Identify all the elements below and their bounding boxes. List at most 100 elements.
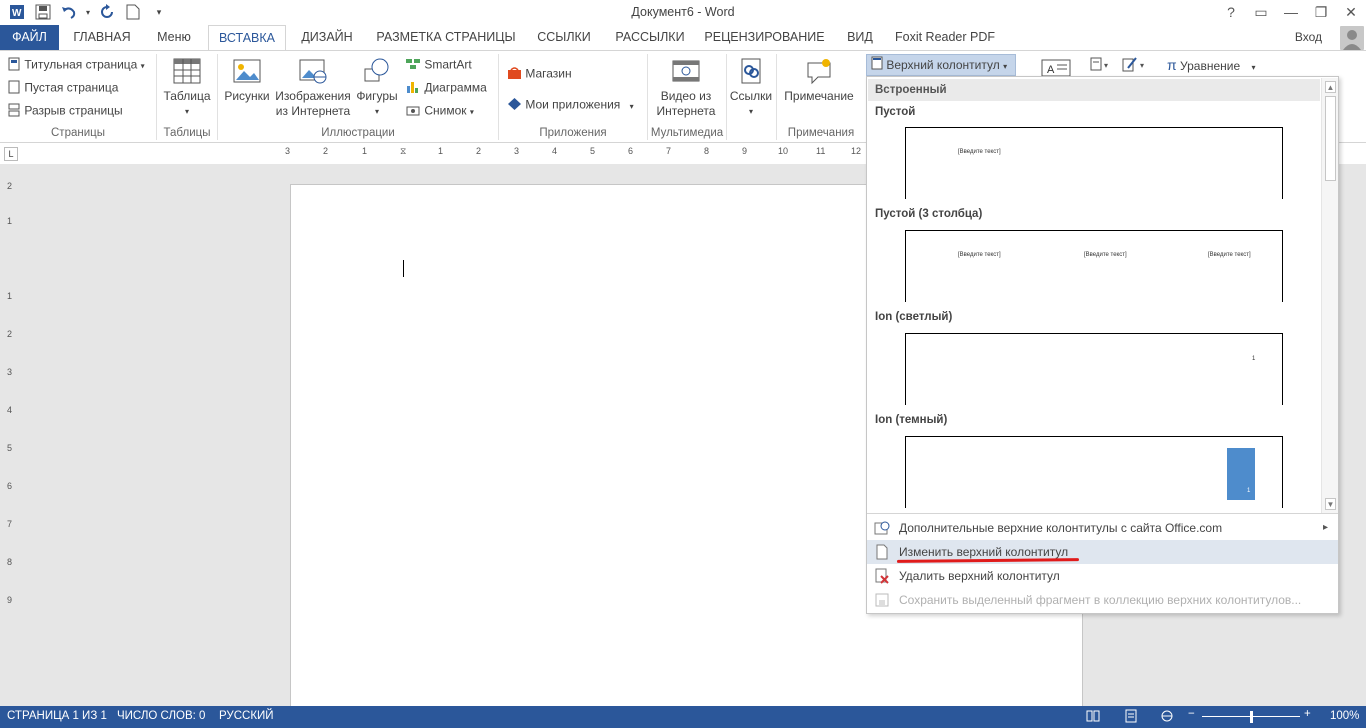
gallery-scrollbar[interactable]: ▲ ▼	[1321, 78, 1338, 513]
table-icon	[160, 57, 214, 89]
page-break-button[interactable]: Разрыв страницы	[8, 103, 123, 120]
tab-foxit[interactable]: Foxit Reader PDF	[892, 25, 998, 50]
tab-design[interactable]: ДИЗАЙН	[293, 25, 361, 50]
equation-label: Уравнение	[1180, 59, 1241, 73]
horizontal-ruler[interactable]: 3 2 1 ⧖ 1 2 3 4 5 6 7 8 9 10 11 12	[285, 146, 865, 160]
indent-marker-icon[interactable]: ⧖	[400, 146, 406, 157]
header-dropdown-button[interactable]: Верхний колонтитул ▾	[866, 54, 1016, 76]
office-online-icon	[874, 520, 890, 536]
equation-button[interactable]: π Уравнение ▾	[1167, 57, 1256, 73]
zoom-in-icon[interactable]: +	[1304, 708, 1311, 720]
gallery-item-ion-light[interactable]: 1	[905, 333, 1283, 405]
scroll-up-icon[interactable]: ▲	[1325, 81, 1336, 93]
links-button[interactable]: Ссылки ▾	[728, 57, 774, 119]
group-label-pages: Страницы	[51, 127, 105, 139]
links-label: Ссылки	[729, 89, 773, 103]
minimize-icon[interactable]: —	[1276, 0, 1306, 24]
chart-button[interactable]: Диаграмма	[405, 80, 487, 97]
screenshot-button[interactable]: Снимок ▾	[405, 103, 474, 120]
restore-icon[interactable]: ❐	[1306, 0, 1336, 24]
gallery-item-title: Ion (светлый)	[875, 311, 953, 323]
svg-text:▾: ▾	[1104, 61, 1108, 70]
ruler-number: 9	[7, 595, 13, 605]
placeholder-text: [Введите текст]	[1208, 252, 1251, 258]
ruler-number: 3	[514, 146, 520, 156]
header-button-label: Верхний колонтитул	[886, 58, 1000, 72]
pictures-button[interactable]: Рисунки	[222, 57, 272, 104]
save-to-gallery-icon	[874, 592, 890, 608]
placeholder-text: [Введите текст]	[1084, 252, 1127, 258]
close-icon[interactable]: ✕	[1336, 0, 1366, 24]
tab-review[interactable]: РЕЦЕНЗИРОВАНИЕ	[701, 25, 828, 50]
group-label-tables: Таблицы	[163, 127, 211, 139]
save-selection-label: Сохранить выделенный фрагмент в коллекци…	[899, 593, 1302, 607]
gallery-item-ion-dark[interactable]: 1	[905, 436, 1283, 508]
scroll-down-icon[interactable]: ▼	[1325, 498, 1336, 510]
text-cursor	[403, 260, 404, 277]
placeholder-text: [Введите текст]	[958, 252, 1001, 258]
gallery-item-blank[interactable]: [Введите текст]	[905, 127, 1283, 199]
language[interactable]: РУССКИЙ	[219, 710, 274, 722]
zoom-out-icon[interactable]: −	[1188, 708, 1195, 720]
tab-layout[interactable]: РАЗМЕТКА СТРАНИЦЫ	[371, 25, 521, 50]
smartart-button[interactable]: SmartArt	[405, 57, 472, 74]
pictures-icon	[222, 57, 272, 89]
remove-header-menu-item[interactable]: Удалить верхний колонтитул	[867, 564, 1338, 588]
ruler-number: 7	[7, 519, 13, 529]
tab-references[interactable]: ССЫЛКИ	[530, 25, 598, 50]
ruler-number: 3	[7, 367, 13, 377]
cover-page-button[interactable]: Титульная страница ▾	[8, 57, 145, 74]
ribbon-display-icon[interactable]: ▭	[1246, 0, 1276, 24]
blank-page-button[interactable]: Пустая страница	[8, 80, 118, 97]
page-number-text: 1	[1247, 488, 1251, 494]
quick-parts-icon[interactable]: ▾	[1090, 57, 1112, 74]
ruler-number: 1	[438, 146, 444, 156]
page-count[interactable]: СТРАНИЦА 1 ИЗ 1	[7, 710, 107, 722]
tab-insert[interactable]: ВСТАВКА	[208, 25, 286, 51]
shapes-button[interactable]: Фигуры ▾	[352, 57, 402, 119]
more-headers-label: Дополнительные верхние колонтитулы с сай…	[899, 521, 1223, 535]
ruler-number: 5	[7, 443, 13, 453]
read-mode-icon[interactable]	[1086, 709, 1100, 726]
shapes-label: Фигуры	[356, 89, 398, 103]
zoom-level[interactable]: 100%	[1330, 710, 1359, 722]
print-layout-icon[interactable]	[1124, 709, 1138, 726]
ruler-number: 1	[362, 146, 368, 156]
tab-selector[interactable]: L	[4, 147, 18, 161]
vertical-ruler[interactable]: 2 1 1 2 3 4 5 6 7 8 9	[4, 176, 18, 706]
save-selection-menu-item[interactable]: Сохранить выделенный фрагмент в коллекци…	[867, 588, 1338, 612]
my-apps-button[interactable]: Мои приложения ▾	[507, 97, 634, 114]
ruler-number: 11	[816, 146, 826, 156]
tab-menu[interactable]: Меню	[146, 25, 202, 50]
ruler-number: 6	[628, 146, 634, 156]
online-pictures-button[interactable]: Изображения из Интернета	[272, 57, 354, 119]
gallery-item-blank-3col[interactable]: [Введите текст] [Введите текст] [Введите…	[905, 230, 1283, 302]
tab-mailings[interactable]: РАССЫЛКИ	[607, 25, 693, 50]
avatar[interactable]	[1340, 26, 1364, 50]
svg-text:A: A	[1047, 64, 1055, 76]
sign-in-link[interactable]: Вход	[1295, 30, 1322, 44]
group-label-apps: Приложения	[539, 127, 607, 139]
online-video-button[interactable]: Видео из Интернета	[652, 57, 720, 119]
zoom-slider-thumb[interactable]	[1250, 711, 1253, 723]
comment-button[interactable]: Примечание	[780, 57, 858, 104]
store-label: Магазин	[525, 66, 572, 81]
scroll-thumb[interactable]	[1325, 96, 1336, 181]
tab-view[interactable]: ВИД	[838, 25, 882, 50]
chart-icon	[405, 80, 421, 97]
tab-file[interactable]: ФАЙЛ	[0, 25, 59, 50]
help-icon[interactable]: ?	[1216, 0, 1246, 24]
store-button[interactable]: Магазин	[507, 66, 572, 83]
online-video-icon	[652, 57, 720, 89]
shapes-icon	[352, 57, 402, 89]
web-layout-icon[interactable]	[1160, 709, 1174, 726]
table-button[interactable]: Таблица ▾	[160, 57, 214, 119]
more-headers-office-menu-item[interactable]: Дополнительные верхние колонтитулы с сай…	[867, 516, 1338, 540]
my-apps-label: Мои приложения	[525, 97, 621, 112]
word-count[interactable]: ЧИСЛО СЛОВ: 0	[117, 710, 205, 722]
window-title: Документ6 - Word	[631, 5, 735, 19]
tab-home[interactable]: ГЛАВНАЯ	[66, 25, 138, 50]
pictures-label: Рисунки	[224, 89, 270, 103]
signature-line-icon[interactable]: ▾	[1122, 56, 1148, 75]
smartart-label: SmartArt	[424, 57, 472, 72]
